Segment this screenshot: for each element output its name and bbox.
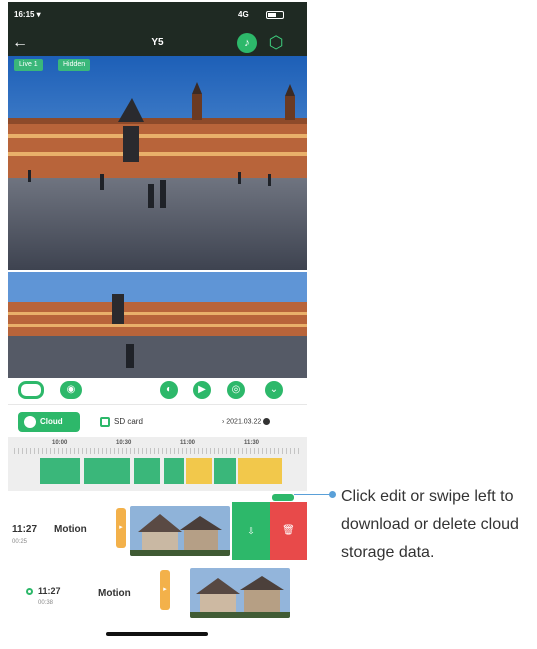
record-icon[interactable]: ◎ <box>227 381 245 399</box>
download-button[interactable]: ⇩ <box>232 502 270 560</box>
callout-text: Click edit or swipe left to download or … <box>341 488 519 561</box>
settings-hexagon-icon[interactable]: ⬡ <box>266 33 286 53</box>
recording-segment[interactable] <box>40 458 80 484</box>
trash-icon: 🗑 <box>282 525 295 536</box>
fullscreen-toggle-icon[interactable] <box>18 381 44 399</box>
play-icon[interactable]: ▶ <box>193 381 211 399</box>
timeline-label: 10:30 <box>116 440 132 446</box>
tab-sd-label: SD card <box>114 417 143 426</box>
event-time: 11:27 <box>12 524 38 535</box>
live-channel-chip[interactable]: Live 1 <box>14 59 43 71</box>
house-thumbnail-image <box>130 506 230 556</box>
event-time: 11:27 <box>38 586 61 596</box>
timeline-segments <box>14 450 301 486</box>
calendar-icon <box>263 418 271 425</box>
recording-segment[interactable] <box>214 458 236 484</box>
date-picker[interactable]: › 2021.03.22 <box>222 418 271 426</box>
page-title: Y5 <box>151 37 164 48</box>
event-duration: 00:25 <box>12 539 28 545</box>
plaza-scene-image <box>8 56 307 270</box>
secondary-video-view[interactable] <box>8 272 307 378</box>
recording-segment[interactable] <box>164 458 184 484</box>
expand-down-icon[interactable]: ⌄ <box>265 381 283 399</box>
event-thumbnail[interactable] <box>130 506 230 556</box>
bell-icon[interactable]: ♪ <box>237 33 257 53</box>
timeline-label: 11:30 <box>244 440 260 446</box>
event-duration: 00:38 <box>38 600 54 606</box>
recording-segment[interactable] <box>134 458 160 484</box>
event-row[interactable]: 11:27 00:38 Motion ▸ <box>8 564 307 622</box>
event-play-handle[interactable]: ▸ <box>116 508 126 548</box>
speaker-icon[interactable]: ◉ <box>60 381 82 399</box>
motion-segment[interactable] <box>186 458 212 484</box>
event-type: Motion <box>54 524 87 535</box>
playback-controls: ◉ ◐ ▶ ◎ ⌄ <box>8 378 307 400</box>
download-icon: ⇩ <box>247 526 255 536</box>
battery-icon <box>266 11 284 19</box>
timeline-label: 11:00 <box>180 440 196 446</box>
edit-button[interactable] <box>272 494 294 501</box>
live-video-view[interactable]: Live 1 Hidden <box>8 56 307 270</box>
network-indicator: 4G <box>238 10 249 19</box>
recording-timeline[interactable]: 10:00 10:30 11:00 11:30 <box>8 437 307 491</box>
callout-dot <box>329 491 336 498</box>
screenshot-icon[interactable]: ◐ <box>160 381 178 399</box>
phone-screen: 16:15 ▾ 4G ← Y5 ♪ ⬡ Live 1 Hidden ◉ ◐ ▶ … <box>8 2 307 644</box>
event-thumbnail[interactable] <box>190 568 290 618</box>
select-radio-icon[interactable] <box>26 588 33 595</box>
callout-leader-line <box>294 494 332 495</box>
timeline-label: 10:00 <box>52 440 68 446</box>
cloud-icon <box>24 416 36 428</box>
storage-tabs: Cloud SD card › 2021.03.22 <box>8 404 307 434</box>
event-type: Motion <box>98 588 131 599</box>
date-label: › 2021.03.22 <box>222 418 262 426</box>
home-indicator <box>106 632 208 636</box>
tab-sd-card[interactable]: SD card <box>100 412 143 432</box>
motion-segment[interactable] <box>238 458 282 484</box>
status-bar: 16:15 ▾ 4G <box>8 2 307 32</box>
status-time: 16:15 ▾ <box>14 10 41 19</box>
recording-segment[interactable] <box>84 458 130 484</box>
tab-cloud[interactable]: Cloud <box>18 412 80 432</box>
house-thumbnail-image <box>190 568 290 618</box>
event-play-handle[interactable]: ▸ <box>160 570 170 610</box>
sd-card-icon <box>100 416 110 427</box>
delete-button[interactable]: 🗑 <box>270 502 307 560</box>
plaza-scene-image-2 <box>8 272 307 378</box>
app-bar: ← Y5 ♪ ⬡ <box>8 32 307 56</box>
quality-chip[interactable]: Hidden <box>58 59 91 71</box>
tab-cloud-label: Cloud <box>40 417 63 426</box>
